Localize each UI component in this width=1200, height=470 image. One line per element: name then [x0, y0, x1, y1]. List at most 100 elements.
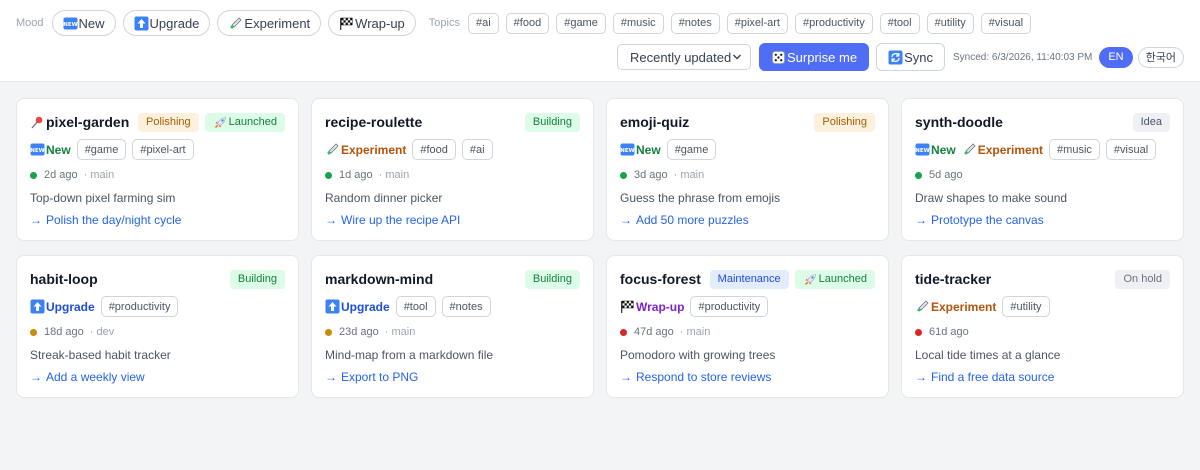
updated-age: 2d ago — [44, 169, 78, 181]
health-dot — [620, 328, 627, 336]
checkered-flag-icon — [340, 17, 353, 30]
card-header: markdown-mind Building — [325, 268, 580, 290]
next-step-link[interactable]: → Wire up the recipe API — [325, 212, 580, 227]
topic-filter-ai[interactable]: #ai — [467, 12, 499, 34]
project-description: Streak-based habit tracker — [30, 348, 171, 362]
mood-filter-experiment[interactable]: Experiment — [217, 10, 322, 36]
meta-row: 18d ago · dev — [30, 325, 285, 339]
topic-tag[interactable]: #game — [666, 139, 717, 160]
project-title: tide-tracker — [915, 271, 1109, 287]
next-step-link[interactable]: → Respond to store reviews — [620, 369, 875, 384]
next-step-link[interactable]: → Find a free data source — [915, 369, 1170, 384]
sort-select[interactable]: Recently updated — [617, 44, 751, 70]
project-card[interactable]: focus-forest Maintenance Launched Wrap-u… — [606, 255, 889, 398]
project-title: focus-forest — [620, 271, 704, 287]
topic-filter-visual[interactable]: #visual — [980, 12, 1032, 34]
mood-filter-new[interactable]: NEW New — [51, 10, 116, 36]
topic-tag[interactable]: #notes — [441, 296, 491, 317]
project-description: Draw shapes to make sound — [915, 191, 1068, 205]
sync-button[interactable]: Sync — [876, 43, 945, 71]
topic-tag[interactable]: #pixel-art — [132, 139, 194, 160]
card-header: recipe-roulette Building — [325, 111, 580, 133]
tag-row: NEW New #game — [620, 139, 875, 160]
mood-label: Mood — [16, 17, 44, 29]
meta-row: 1d ago · main — [325, 168, 580, 182]
mood-filter-upgrade[interactable]: Upgrade — [122, 10, 211, 36]
topic-filter-tool[interactable]: #tool — [879, 12, 920, 34]
project-description: Guess the phrase from emojis — [620, 191, 781, 205]
project-card[interactable]: synth-doodle Idea NEW New Experiment #mu… — [901, 98, 1184, 241]
project-card[interactable]: pixel-garden Polishing Launched NEW New … — [16, 98, 299, 241]
next-step-link[interactable]: → Add a weekly view — [30, 369, 285, 384]
topic-tag[interactable]: #game — [76, 139, 127, 160]
up-arrow-icon — [325, 299, 340, 314]
mood-tag-label: Experiment — [977, 142, 1044, 157]
health-dot — [325, 328, 332, 336]
mood-tag: NEW New — [30, 142, 71, 157]
meta-row: 2d ago · main — [30, 168, 285, 182]
project-card[interactable]: habit-loop Building Upgrade #productivit… — [16, 255, 299, 398]
chevron-down-icon — [733, 54, 741, 60]
project-description: Random dinner picker — [325, 191, 443, 205]
topic-filter-game[interactable]: #game — [556, 12, 606, 34]
topic-filter-productivity[interactable]: #productivity — [794, 12, 873, 34]
topic-tag[interactable]: #ai — [461, 139, 493, 160]
project-title: pixel-garden — [30, 114, 132, 130]
topic-tag[interactable]: #utility — [1002, 296, 1050, 317]
next-step-link[interactable]: → Polish the day/night cycle — [30, 212, 285, 227]
launched-badge: Launched — [794, 269, 875, 289]
health-dot — [915, 171, 922, 179]
meta-row: 5d ago — [915, 168, 1170, 182]
updated-age: 47d ago — [634, 326, 674, 338]
next-step-link[interactable]: → Export to PNG — [325, 369, 580, 384]
svg-text:NEW: NEW — [915, 148, 929, 154]
topic-tag[interactable]: #food — [412, 139, 456, 160]
mood-tag: Experiment — [962, 142, 1043, 157]
tag-row: Experiment #utility — [915, 296, 1170, 317]
topic-filter-utility[interactable]: #utility — [926, 12, 974, 34]
next-step-text: Polish the day/night cycle — [46, 212, 182, 227]
next-step-link[interactable]: → Prototype the canvas — [915, 212, 1170, 227]
meta-row: 47d ago · main — [620, 325, 875, 339]
new-icon: NEW — [30, 143, 45, 156]
topic-tag[interactable]: #tool — [395, 296, 436, 317]
topic-tag[interactable]: #productivity — [690, 296, 769, 317]
tag-row: Upgrade #productivity — [30, 296, 285, 317]
status-badge: Maintenance — [709, 269, 789, 289]
project-card[interactable]: emoji-quiz Polishing NEW New #game 3d ag… — [606, 98, 889, 241]
project-title: synth-doodle — [915, 114, 1127, 130]
surprise-me-button[interactable]: Surprise me — [759, 43, 870, 71]
meta-row: 61d ago — [915, 325, 1170, 339]
rocket-icon — [804, 273, 816, 285]
tag-row: Wrap-up #productivity — [620, 296, 875, 317]
lang-ko-button[interactable]: 한국어 — [1137, 46, 1184, 68]
project-name: focus-forest — [620, 271, 701, 287]
project-card[interactable]: markdown-mind Building Upgrade #tool #no… — [311, 255, 594, 398]
mood-filter-label: Wrap-up — [355, 15, 405, 31]
topic-tag[interactable]: #productivity — [100, 296, 179, 317]
topic-tag[interactable]: #visual — [1105, 139, 1157, 160]
topic-filter-pixel-art[interactable]: #pixel-art — [726, 12, 788, 34]
branch-name: · main — [83, 169, 115, 181]
topic-tag[interactable]: #music — [1049, 139, 1100, 160]
mood-tag: Wrap-up — [620, 299, 684, 314]
topic-filter-music[interactable]: #music — [612, 12, 664, 34]
mood-filter-wrap-up[interactable]: Wrap-up — [328, 10, 416, 36]
project-card[interactable]: recipe-roulette Building Experiment #foo… — [311, 98, 594, 241]
sync-icon — [888, 50, 903, 64]
lang-en-button[interactable]: EN — [1099, 46, 1133, 68]
topic-filter-food[interactable]: #food — [505, 12, 550, 34]
next-step-link[interactable]: → Add 50 more puzzles — [620, 212, 875, 227]
mood-tag-label: New — [46, 142, 71, 157]
project-card[interactable]: tide-tracker On hold Experiment #utility… — [901, 255, 1184, 398]
status-badge: Idea — [1132, 112, 1170, 132]
mood-filter-label: Upgrade — [149, 15, 200, 31]
status-badge: Polishing — [814, 112, 875, 132]
project-title: emoji-quiz — [620, 114, 808, 130]
checkered-flag-icon — [621, 300, 634, 313]
mood-tag: Experiment — [915, 299, 996, 314]
mood-tag: NEW New — [620, 142, 660, 157]
project-name: synth-doodle — [915, 114, 1003, 130]
next-step-text: Find a free data source — [931, 369, 1055, 384]
topic-filter-notes[interactable]: #notes — [670, 12, 720, 34]
